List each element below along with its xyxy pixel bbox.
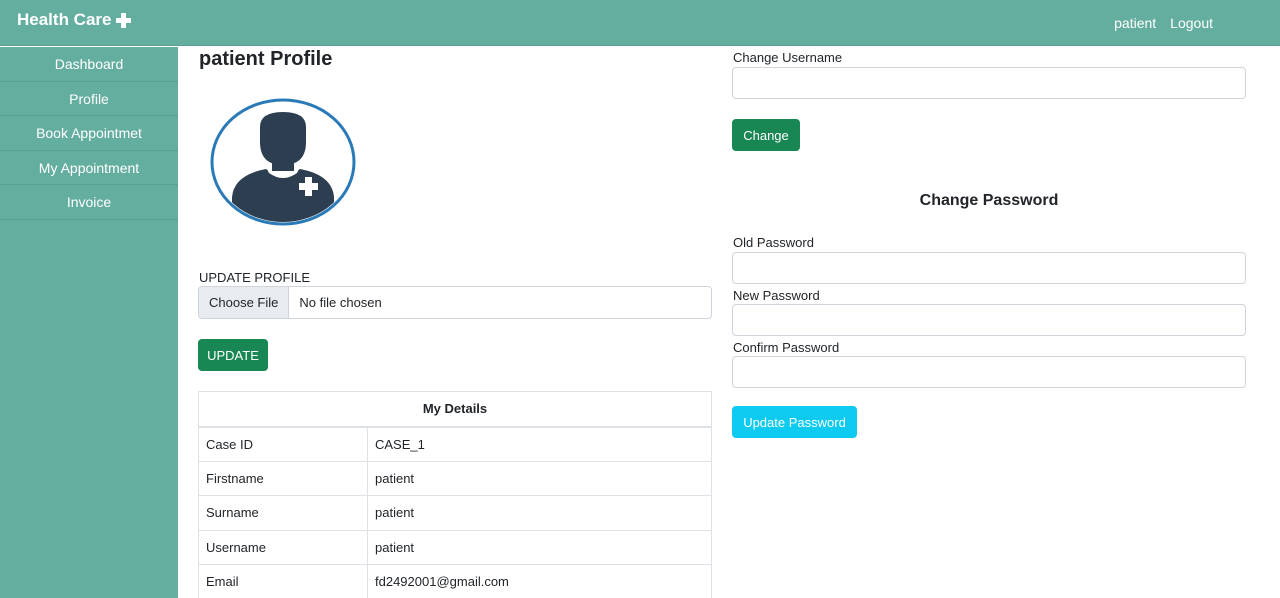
table-row: Firstname patient bbox=[198, 460, 712, 496]
detail-key: Case ID bbox=[198, 426, 368, 461]
sidebar-item-profile[interactable]: Profile bbox=[0, 82, 178, 116]
update-password-button[interactable]: Update Password bbox=[732, 406, 857, 438]
patient-avatar-icon bbox=[210, 98, 356, 226]
old-password-label: Old Password bbox=[733, 235, 814, 250]
confirm-password-label: Confirm Password bbox=[733, 340, 840, 355]
detail-key: Username bbox=[198, 529, 368, 565]
table-row: Username patient bbox=[198, 529, 712, 565]
choose-file-button[interactable]: Choose File bbox=[199, 287, 290, 318]
detail-value: patient bbox=[367, 460, 712, 496]
detail-value: CASE_1 bbox=[367, 426, 712, 461]
logout-link[interactable]: Logout bbox=[1170, 15, 1213, 31]
update-profile-button[interactable]: UPDATE bbox=[198, 339, 268, 371]
new-password-label: New Password bbox=[733, 288, 820, 303]
my-details-table: My Details Case ID CASE_1 Firstname pati… bbox=[198, 391, 712, 598]
update-profile-label: UPDATE PROFILE bbox=[199, 270, 311, 285]
confirm-password-field[interactable] bbox=[732, 356, 1246, 388]
change-username-button[interactable]: Change bbox=[732, 119, 800, 151]
change-username-label: Change Username bbox=[733, 50, 843, 65]
table-row: Surname patient bbox=[198, 495, 712, 530]
brand-link[interactable]: Health Care bbox=[17, 10, 132, 30]
brand-text: Health Care bbox=[17, 10, 112, 29]
user-link[interactable]: patient bbox=[1114, 15, 1156, 31]
nav-right: patient Logout bbox=[1114, 15, 1213, 31]
detail-value: patient bbox=[367, 529, 712, 565]
table-header-row: My Details bbox=[198, 391, 712, 428]
sidebar: Dashboard Profile Book Appointmet My App… bbox=[0, 47, 178, 598]
table-row: Case ID CASE_1 bbox=[198, 426, 712, 461]
username-input[interactable] bbox=[732, 67, 1246, 99]
sidebar-item-book-appointment[interactable]: Book Appointmet bbox=[0, 116, 178, 151]
file-status-text: No file chosen bbox=[299, 295, 382, 310]
details-header: My Details bbox=[198, 391, 712, 428]
sidebar-item-my-appointment[interactable]: My Appointment bbox=[0, 151, 178, 185]
plus-icon bbox=[116, 12, 132, 28]
detail-key: Surname bbox=[198, 495, 368, 530]
change-password-title: Change Password bbox=[919, 192, 1059, 209]
detail-value: fd2492001@gmail.com bbox=[367, 564, 712, 598]
sidebar-item-invoice[interactable]: Invoice bbox=[0, 185, 178, 220]
old-password-field[interactable] bbox=[732, 252, 1246, 284]
detail-value: patient bbox=[367, 495, 712, 530]
sidebar-item-dashboard[interactable]: Dashboard bbox=[0, 47, 178, 82]
top-navbar: Health Care patient Logout bbox=[0, 0, 1280, 46]
page-title: patient Profile bbox=[199, 48, 333, 70]
table-row: Email fd2492001@gmail.com bbox=[198, 564, 712, 598]
detail-key: Firstname bbox=[198, 460, 368, 496]
new-password-field[interactable] bbox=[732, 304, 1246, 336]
detail-key: Email bbox=[198, 564, 368, 598]
profile-file-input[interactable]: Choose File No file chosen bbox=[198, 286, 712, 319]
